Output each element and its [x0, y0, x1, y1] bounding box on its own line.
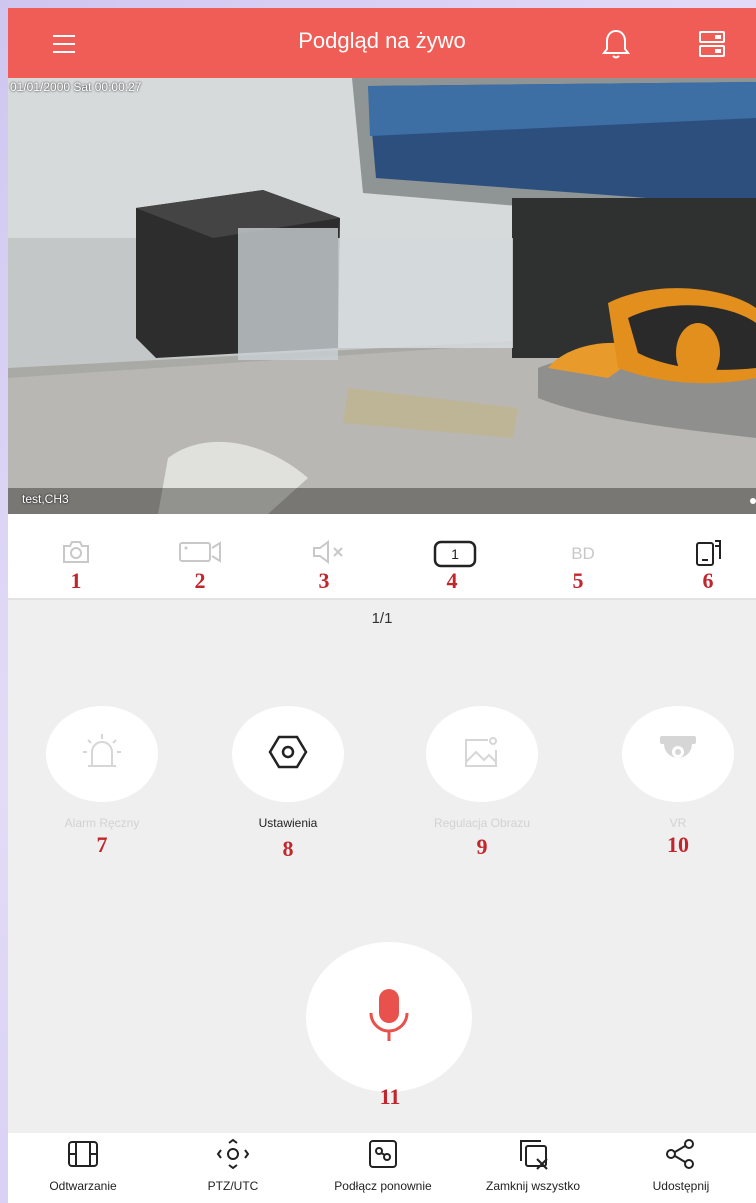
- nav-ptz[interactable]: PTZ/UTC: [158, 1133, 308, 1203]
- alarm-light-icon: [80, 732, 124, 777]
- rotate-icon: [693, 537, 723, 572]
- annotation-8: 8: [282, 836, 294, 861]
- video-timestamp: 01/01/2000 Sat 00:00:27: [10, 80, 142, 94]
- annotation-1: 1: [70, 568, 82, 593]
- manual-alarm-button[interactable]: [46, 706, 158, 802]
- video-record-icon: [176, 539, 224, 570]
- settings-label: Ustawienia: [258, 816, 318, 830]
- intercom-button[interactable]: [306, 942, 472, 1092]
- settings-button[interactable]: [232, 706, 344, 802]
- playback-film-icon: [66, 1139, 100, 1174]
- annotation-6: 6: [702, 568, 714, 593]
- channel-label: test,CH3: [22, 492, 69, 506]
- page-title: Podgląd na żywo: [298, 28, 466, 53]
- bell-icon[interactable]: [596, 24, 636, 64]
- bottom-navigation: Odtwarzanie PTZ/UTC Podłącz ponownie Zam…: [8, 1133, 756, 1203]
- manual-alarm-label: Alarm Ręczny: [64, 816, 140, 830]
- mute-icon: [310, 539, 350, 570]
- vr-label: VR: [669, 816, 687, 830]
- annotation-7: 7: [96, 832, 108, 857]
- quality-label: BD: [571, 544, 595, 563]
- annotation-4: 4: [446, 568, 458, 593]
- annotation-11: 11: [379, 1084, 401, 1109]
- microphone-icon: [364, 985, 414, 1050]
- camera-icon: [61, 539, 91, 570]
- nav-ptz-label: PTZ/UTC: [207, 1179, 259, 1193]
- nav-playback-label: Odtwarzanie: [49, 1179, 117, 1193]
- page-indicator: 1/1: [371, 610, 393, 627]
- device-list-icon[interactable]: [692, 24, 732, 64]
- annotation-9: 9: [476, 834, 488, 859]
- video-frame: [8, 78, 756, 514]
- annotation-5: 5: [572, 568, 584, 593]
- header-bar: Podgląd na żywo: [8, 8, 756, 78]
- image-adjust-label: Regulacja Obrazu: [433, 816, 531, 830]
- annotation-3: 3: [318, 568, 330, 593]
- reconnect-icon: [366, 1138, 400, 1175]
- image-adjust-icon: [462, 734, 502, 775]
- nav-share-label: Udostępnij: [652, 1179, 710, 1193]
- nav-share[interactable]: Udostępnij: [606, 1133, 756, 1203]
- annotation-10: 10: [667, 832, 689, 857]
- live-video-view[interactable]: 01/01/2000 Sat 00:00:27 test,CH3: [8, 78, 756, 514]
- live-toolbar: 1 BD 1 2 3 4 5 6: [8, 514, 756, 600]
- nav-reconnect[interactable]: Podłącz ponownie: [308, 1133, 458, 1203]
- nav-close-all-label: Zamknij wszystko: [485, 1179, 580, 1193]
- nav-close-all[interactable]: Zamknij wszystko: [458, 1133, 608, 1203]
- share-icon: [663, 1138, 699, 1175]
- settings-icon: [268, 734, 308, 775]
- vr-button[interactable]: [622, 706, 734, 802]
- annotation-2: 2: [194, 568, 206, 593]
- ptz-icon: [213, 1138, 253, 1175]
- vr-camera-icon: [656, 732, 700, 777]
- close-all-icon: [515, 1137, 551, 1176]
- nav-playback[interactable]: Odtwarzanie: [8, 1133, 158, 1203]
- app: Podgląd na żywo 01/01/2000 Sat 00:00:27 …: [8, 8, 756, 1203]
- image-adjust-button[interactable]: [426, 706, 538, 802]
- split-screen-icon: 1: [432, 539, 478, 569]
- split-count: 1: [451, 546, 459, 562]
- nav-reconnect-label: Podłącz ponownie: [334, 1179, 432, 1193]
